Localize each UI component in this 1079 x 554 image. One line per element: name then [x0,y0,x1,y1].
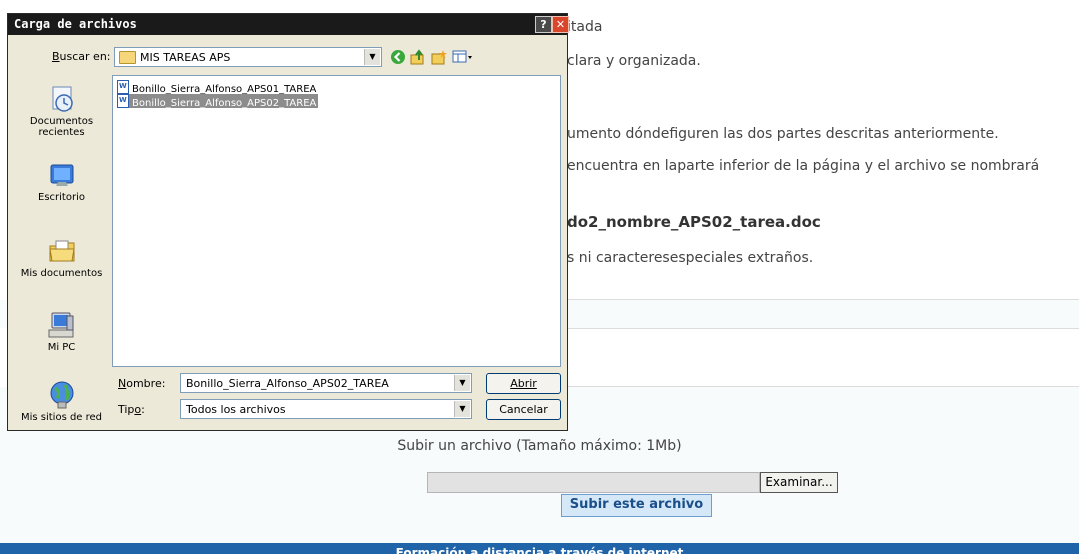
look-in-label: Buscar en: [52,50,111,63]
filetype-label: Tipo: [118,403,145,416]
page-text-line: s ni caracteresespeciales extraños. [567,250,814,266]
file-name: Bonillo_Sierra_Alfonso_APS02_TAREA [132,98,317,109]
network-places-icon [47,380,77,410]
file-list[interactable]: Bonillo_Sierra_Alfonso_APS01_TAREA Bonil… [112,75,561,367]
footer-bar: Formación a distancia a través de intern… [0,543,1079,554]
place-desktop[interactable]: Escritorio [12,160,111,203]
back-icon[interactable] [390,49,406,65]
filename-input[interactable]: Bonillo_Sierra_Alfonso_APS02_TAREA ▼ [180,373,472,393]
open-button[interactable]: Abrir [486,373,561,394]
file-item[interactable]: Bonillo_Sierra_Alfonso_APS01_TAREA [117,80,318,95]
file-item-selected[interactable]: Bonillo_Sierra_Alfonso_APS02_TAREA [117,94,319,109]
place-my-computer[interactable]: Mi PC [12,310,111,353]
new-folder-icon[interactable] [431,49,447,65]
filename-value: Bonillo_Sierra_Alfonso_APS02_TAREA [186,377,389,390]
dialog-title: Carga de archivos [14,17,137,31]
place-label: Documentos recientes [29,116,94,138]
file-naming-example: do2_nombre_APS02_tarea.doc [567,213,821,231]
place-network-places[interactable]: Mis sitios de red [12,380,111,423]
chevron-down-icon[interactable]: ▼ [454,401,470,417]
folder-icon [119,51,136,64]
my-computer-icon [47,310,77,340]
close-button[interactable]: ✕ [552,16,569,33]
place-label: Escritorio [38,192,85,203]
file-path-input[interactable] [427,472,760,493]
place-label: Mi PC [47,342,76,353]
look-in-value: MIS TAREAS APS [140,51,231,64]
page-text-line: encuentra en laparte inferior de la pági… [567,158,1040,174]
word-document-icon [117,94,129,108]
chevron-down-icon[interactable]: ▼ [454,375,470,391]
desktop-icon [47,160,77,190]
place-recent-documents[interactable]: Documentos recientes [12,84,111,138]
word-document-icon [117,80,129,94]
footer-text: Formación a distancia a través de intern… [395,546,684,554]
file-upload-dialog: Carga de archivos ? ✕ Buscar en: MIS TAR… [7,13,569,431]
up-folder-icon[interactable] [410,49,426,65]
page-text-line: itada [567,19,603,35]
page-text-line: clara y organizada. [567,53,701,69]
chevron-down-icon[interactable]: ▼ [364,49,380,65]
page-text-line: umento dóndefiguren las dos partes descr… [567,126,999,142]
divider [560,328,1079,329]
place-label: Mis documentos [20,268,103,279]
help-button[interactable]: ? [535,16,552,33]
my-documents-icon [47,236,77,266]
place-my-documents[interactable]: Mis documentos [12,236,111,279]
upload-file-button[interactable]: Subir este archivo [561,494,712,517]
filename-label: Nombre: [118,377,166,390]
filetype-dropdown[interactable]: Todos los archivos ▼ [180,399,472,419]
cancel-button[interactable]: Cancelar [486,399,561,420]
look-in-dropdown[interactable]: MIS TAREAS APS ▼ [114,47,382,67]
recent-documents-icon [47,84,77,114]
upload-caption: Subir un archivo (Tamaño máximo: 1Mb) [397,438,682,454]
views-menu-icon[interactable] [452,49,474,65]
filetype-value: Todos los archivos [186,403,286,416]
places-bar: Documentos recientes Escritorio Mis docu… [12,74,111,423]
dialog-titlebar[interactable]: Carga de archivos ? ✕ [8,14,569,35]
place-label: Mis sitios de red [20,412,103,423]
browse-button[interactable]: Examinar... [760,472,838,493]
